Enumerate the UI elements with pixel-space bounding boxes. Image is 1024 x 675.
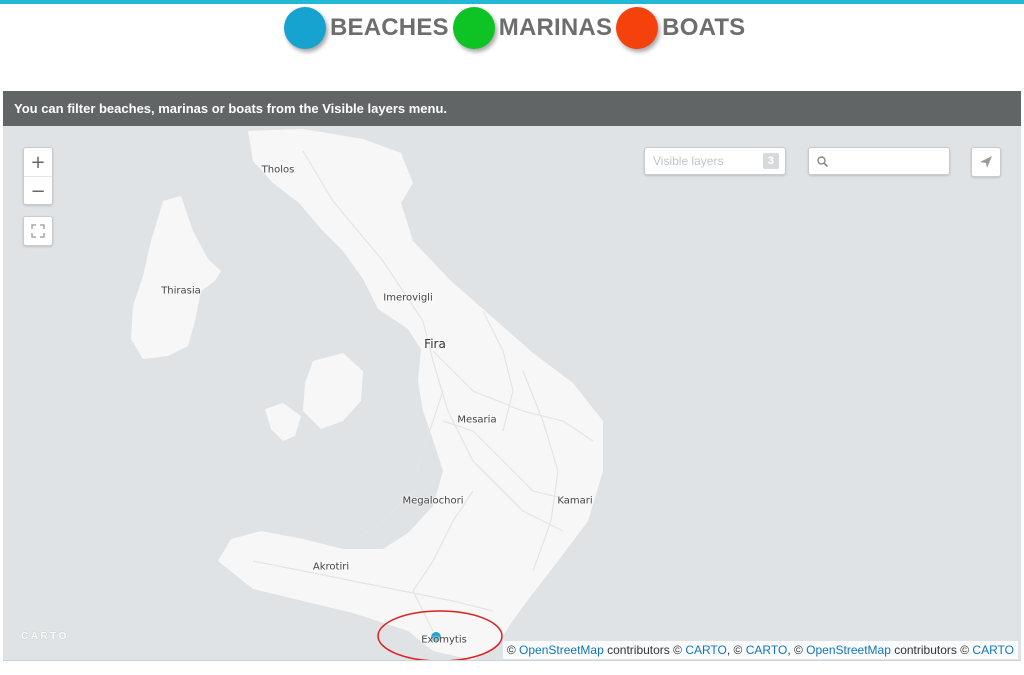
legend-label-beaches: BEACHES [330,14,449,41]
layer-legend: BEACHES MARINAS BOATS [284,6,749,50]
send-icon [980,156,992,168]
fullscreen-icon [31,224,45,238]
place-label-fira: Fira [424,337,446,351]
attribution-text-2: contributors © [890,643,973,657]
legend-label-boats: BOATS [662,14,746,41]
visible-layers-button[interactable]: Visible layers 3 [644,147,786,175]
place-label-exomytis: Exomytis [421,634,467,646]
attribution-copyright: © [506,643,520,657]
boats-dot-icon [616,7,659,49]
map-attribution: © OpenStreetMap contributors © CARTO, © … [502,641,1018,659]
carto-logo: CARTO [21,631,69,642]
attribution-link-carto-2[interactable]: CARTO [746,643,788,657]
attribution-separator-2: , © [787,643,807,657]
attribution-link-osm[interactable]: OpenStreetMap [519,643,604,657]
attribution-text: contributors © [603,643,686,657]
top-accent-bar [0,0,1024,4]
beaches-dot-icon [284,7,326,49]
legend-item-marinas[interactable]: MARINAS [452,7,613,49]
map-search [808,147,950,175]
map-info-bar: You can filter beaches, marinas or boats… [3,91,1021,126]
zoom-control: + − [23,147,53,205]
visible-layers-label: Visible layers [653,154,724,168]
attribution-link-carto-3[interactable]: CARTO [972,643,1014,657]
zoom-in-button[interactable]: + [24,148,52,176]
zoom-out-button[interactable]: − [24,176,52,205]
place-label-imerovigli: Imerovigli [383,292,433,304]
map-container[interactable]: You can filter beaches, marinas or boats… [3,91,1021,660]
place-label-thirasia: Thirasia [161,285,201,297]
legend-label-marinas: MARINAS [498,14,613,41]
legend-item-boats[interactable]: BOATS [616,7,745,49]
place-label-akrotiri: Akrotiri [312,561,350,573]
search-icon [817,155,828,167]
place-label-tholos: Tholos [261,164,295,176]
search-input[interactable] [834,150,948,172]
share-button[interactable] [971,147,1001,177]
attribution-link-carto[interactable]: CARTO [685,643,727,657]
legend-item-beaches[interactable]: BEACHES [284,7,449,49]
highlight-annotation [377,610,503,660]
map-bottom-border [3,660,1021,661]
fullscreen-button[interactable] [23,216,53,246]
attribution-link-osm-2[interactable]: OpenStreetMap [806,643,891,657]
visible-layers-count: 3 [762,153,779,169]
map-canvas[interactable] [3,91,1021,660]
place-label-mesaria: Mesaria [457,414,497,426]
place-label-kamari: Kamari [557,495,593,507]
place-label-megalochori: Megalochori [402,495,464,507]
marinas-dot-icon [452,7,495,49]
attribution-separator: , © [726,643,746,657]
